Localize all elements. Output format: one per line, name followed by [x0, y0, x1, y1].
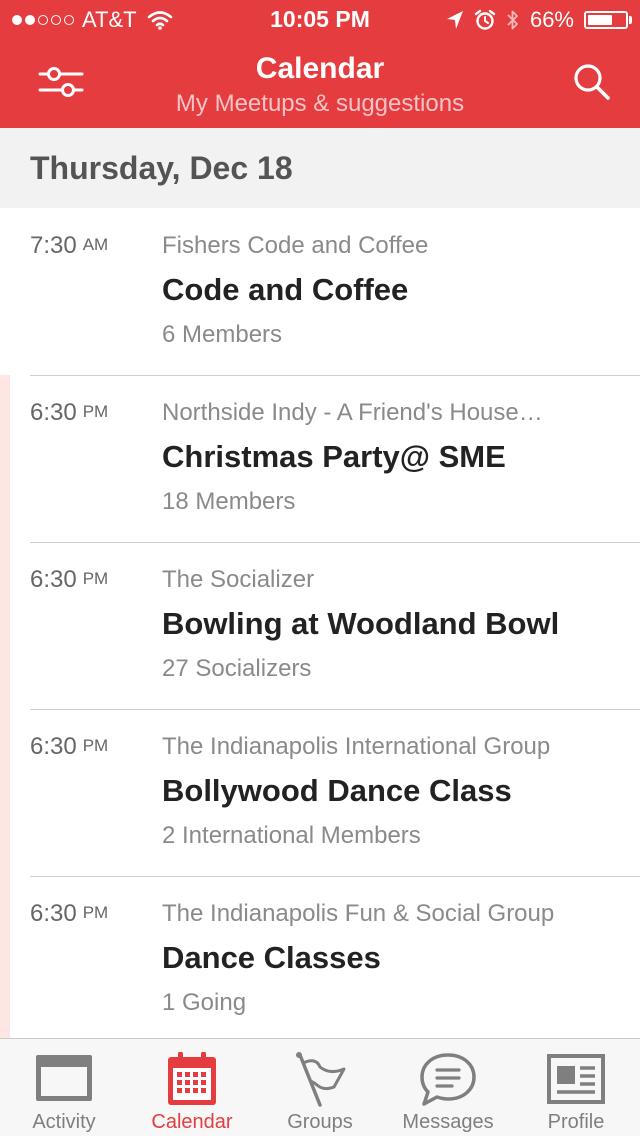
tab-calendar[interactable]: Calendar: [128, 1039, 256, 1136]
page-subtitle[interactable]: My Meetups & suggestions: [0, 90, 640, 118]
event-time-value: 6:30: [30, 566, 77, 593]
app-header: AT&T 10:05 PM 66% Calendar My Meetups & …: [0, 0, 640, 128]
event-time: 6:30 PM: [30, 900, 108, 928]
tab-label: Messages: [402, 1111, 494, 1133]
event-row[interactable]: 6:30 PM Northside Indy - A Friend's House…: [0, 375, 640, 542]
tab-label: Groups: [287, 1111, 353, 1133]
event-ampm: PM: [82, 402, 109, 421]
profile-card-icon: [547, 1054, 605, 1104]
event-title: Dance Classes: [162, 940, 381, 975]
status-right: 66%: [446, 6, 632, 34]
event-ampm: PM: [82, 736, 109, 755]
event-time: 7:30 AM: [30, 232, 108, 260]
event-group-name: Northside Indy - A Friend's House…: [162, 399, 543, 426]
event-time: 6:30 PM: [30, 733, 108, 761]
event-members: 18 Members: [162, 488, 296, 515]
event-list: 7:30 AM Fishers Code and Coffee Code and …: [0, 208, 640, 1038]
search-icon[interactable]: [568, 58, 616, 106]
event-accent-bar: [0, 542, 10, 709]
groups-flag-icon: [296, 1052, 346, 1107]
event-members: 1 Going: [162, 989, 247, 1016]
event-title: Bollywood Dance Class: [162, 773, 512, 808]
battery-percent: 66%: [529, 7, 574, 32]
tab-label: Calendar: [151, 1111, 233, 1133]
event-divider: [30, 375, 640, 376]
date-label: Thursday, Dec 18: [30, 150, 293, 186]
event-title: Christmas Party@ SME: [162, 439, 506, 474]
tab-profile[interactable]: Profile: [512, 1039, 640, 1136]
event-accent-bar: [0, 375, 10, 542]
event-ampm: PM: [82, 903, 109, 922]
event-accent-bar: [0, 709, 10, 876]
location-arrow-icon: [446, 11, 463, 29]
event-time-value: 7:30: [30, 232, 77, 259]
event-title: Code and Coffee: [162, 272, 409, 307]
event-row[interactable]: 6:30 PM The Socializer Bowling at Woodlan…: [0, 542, 640, 709]
event-row[interactable]: 6:30 PM The Indianapolis Fun & Social Gro…: [0, 876, 640, 1038]
event-time-value: 6:30: [30, 733, 77, 760]
page-title: Calendar: [255, 52, 385, 85]
messages-bubble-icon: [420, 1053, 476, 1106]
calendar-icon: [168, 1052, 216, 1105]
tab-bar: Activity Calendar Groups Messages Profil…: [0, 1038, 640, 1136]
event-time: 6:30 PM: [30, 399, 108, 427]
tab-groups[interactable]: Groups: [256, 1039, 384, 1136]
status-bar: AT&T 10:05 PM 66%: [0, 0, 640, 40]
event-group-name: Fishers Code and Coffee: [162, 232, 429, 259]
event-members: 2 International Members: [162, 822, 421, 849]
activity-window-icon: [36, 1055, 92, 1101]
tab-activity[interactable]: Activity: [0, 1039, 128, 1136]
event-accent-bar: [0, 876, 10, 1038]
alarm-clock-icon: [474, 9, 496, 30]
tab-label: Activity: [32, 1111, 96, 1133]
event-divider: [30, 876, 640, 877]
battery-level: [588, 15, 612, 25]
event-ampm: PM: [82, 569, 109, 588]
event-row[interactable]: 7:30 AM Fishers Code and Coffee Code and …: [0, 208, 640, 375]
battery-icon: [584, 11, 632, 29]
event-ampm: AM: [82, 235, 109, 254]
event-divider: [30, 709, 640, 710]
event-group-name: The Socializer: [162, 566, 315, 593]
event-group-name: The Indianapolis Fun & Social Group: [162, 900, 555, 927]
tab-label: Profile: [547, 1111, 605, 1133]
event-group-name: The Indianapolis International Group: [162, 733, 551, 760]
event-time-value: 6:30: [30, 900, 77, 927]
event-title: Bowling at Woodland Bowl: [162, 606, 560, 641]
tab-messages[interactable]: Messages: [384, 1039, 512, 1136]
battery-tip: [629, 16, 632, 24]
event-time: 6:30 PM: [30, 566, 108, 594]
event-row[interactable]: 6:30 PM The Indianapolis International Gr…: [0, 709, 640, 876]
event-members: 27 Socializers: [162, 655, 312, 682]
event-time-value: 6:30: [30, 399, 77, 426]
bluetooth-icon: [507, 10, 518, 30]
event-members: 6 Members: [162, 321, 283, 348]
event-divider: [30, 542, 640, 543]
date-section-header: Thursday, Dec 18: [0, 128, 640, 208]
